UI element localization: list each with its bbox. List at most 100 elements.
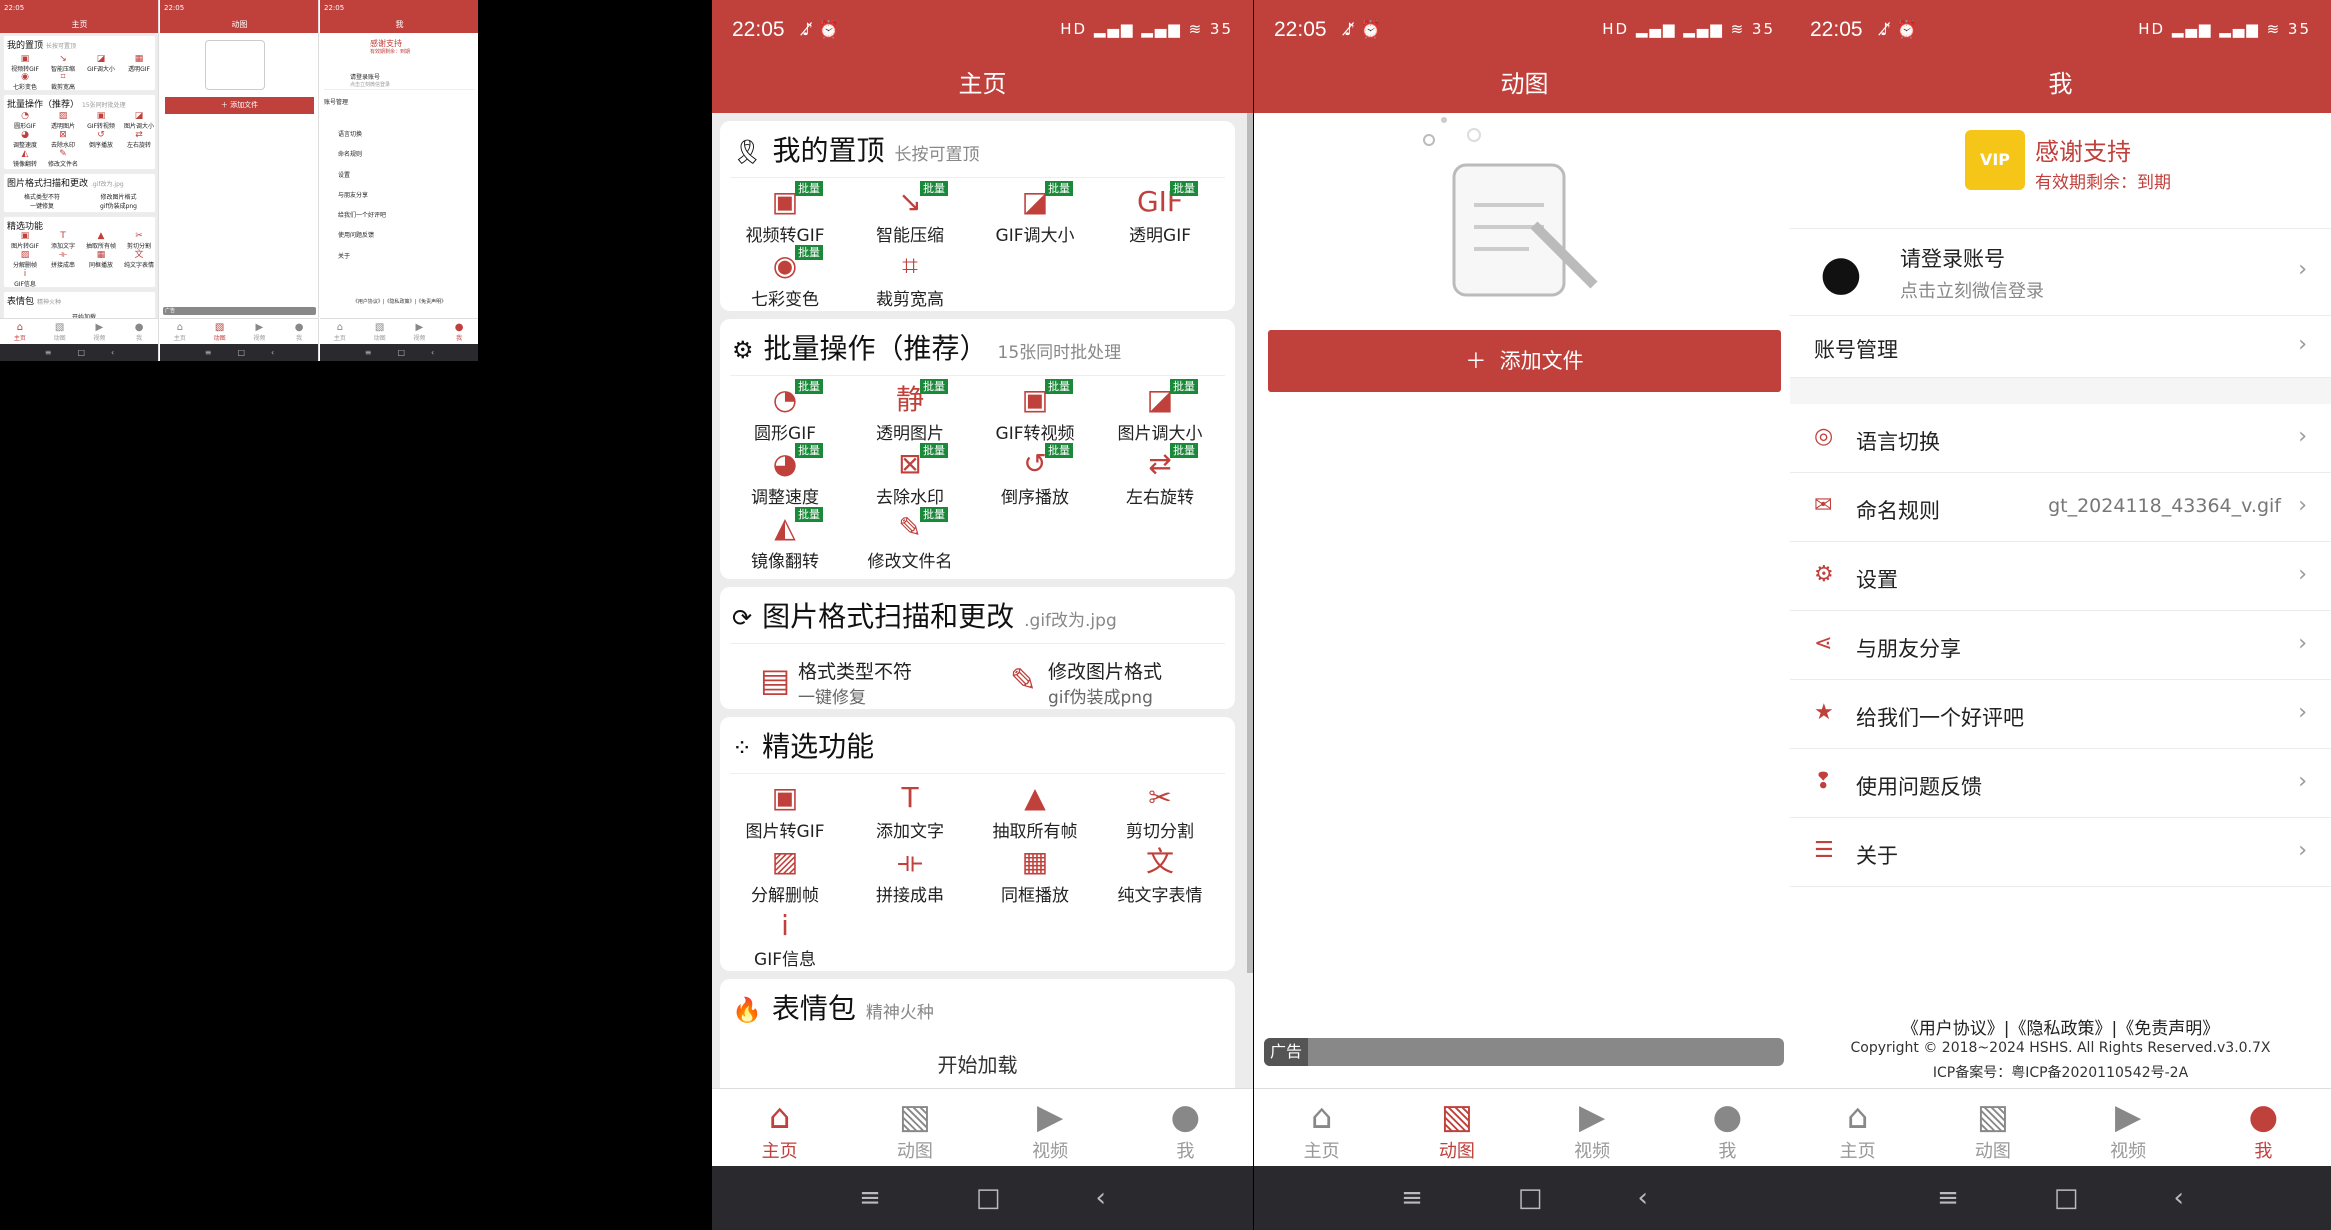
menu-naming-rule[interactable]: ✉ 命名规则 gt_2024118_43364_v.gif ›: [1790, 473, 2331, 542]
preview-login-row[interactable]: 请登录账号 点击立刻微信登录: [324, 68, 475, 90]
tab-me[interactable]: ● 我: [2196, 1089, 2331, 1166]
menu-about[interactable]: ☰ 关于 ›: [1790, 818, 2331, 887]
batch-item-reverse[interactable]: ↺ 批量 倒序播放: [975, 443, 1095, 508]
pinned-item-transparent-gif[interactable]: GIF 批量 透明GIF: [1100, 181, 1220, 246]
preview-pinned-card[interactable]: 我的置顶 长按可置顶 ▣ 视频转GIF ↘ 智能压缩 ◪ GIF调大小 ▦ 透明GIF ◉…: [3, 35, 156, 91]
preview-legal[interactable]: 《用户协议》|《隐私政策》|《免责声明》: [320, 298, 478, 305]
featured-item-add-text[interactable]: T 添加文字: [850, 779, 970, 842]
tab-home[interactable]: ⌂ 主页: [1254, 1089, 1389, 1166]
login-row[interactable]: ● 请登录账号 点击立刻微信登录 ›: [1790, 228, 2331, 316]
menu-feedback[interactable]: ❢ 使用问题反馈 ›: [1790, 749, 2331, 818]
home-square-icon[interactable]: □: [2054, 1166, 2079, 1230]
legal-links[interactable]: 《用户协议》|《隐私政策》|《免责声明》: [1790, 1014, 2331, 1039]
preview-tab-dongtu[interactable]: ▧ 动图: [40, 319, 80, 344]
preview-item[interactable]: ◉ 七彩变色: [7, 72, 43, 91]
menu-settings[interactable]: ⚙ 设置 ›: [1790, 542, 2331, 611]
preview-item[interactable]: ▦ 透明GIF: [121, 54, 157, 73]
preview-tab-video[interactable]: ▶ 视频: [240, 319, 280, 344]
menu-icon[interactable]: ≡: [1937, 1166, 1959, 1230]
preview-format-card[interactable]: 图片格式扫描和更改 .gif改为.jpg 格式类型不符 一键修复 修改图片格式 gif…: [3, 173, 156, 213]
preview-item[interactable]: ▨ 透明图片: [45, 111, 81, 130]
featured-item-image-to-gif[interactable]: ▣ 图片转GIF: [725, 779, 845, 842]
preview-ad-bar[interactable]: 广告: [163, 307, 316, 315]
preview-tab-home[interactable]: ⌂ 主页: [0, 319, 40, 344]
preview-item[interactable]: ⇄ 左右旋转: [121, 130, 157, 149]
featured-item-delete-frames[interactable]: ▨ 分解删帧: [725, 843, 845, 906]
batch-item-rotate[interactable]: ⇄ 批量 左右旋转: [1100, 443, 1220, 508]
pinned-item-compress[interactable]: ↘ 批量 智能压缩: [850, 181, 970, 246]
batch-item-image-resize[interactable]: ◪ 批量 图片调大小: [1100, 379, 1220, 444]
tab-dongtu[interactable]: ▧ 动图: [847, 1089, 982, 1166]
preview-tab-me[interactable]: ● 我: [439, 319, 478, 344]
ad-bar[interactable]: 广告: [1264, 1038, 1784, 1066]
preview-item[interactable]: ▣ 图片转GIF: [7, 231, 43, 250]
preview-featured-card[interactable]: 精选功能 ▣ 图片转GIF T 添加文字 ▲ 抽取所有帧 ✂ 剪切分割 ▨ 分解删帧 ⟛ 拼…: [3, 216, 156, 288]
preview-item[interactable]: ▣ GIF转视频: [83, 111, 119, 130]
preview-tab-me[interactable]: ● 我: [279, 319, 318, 344]
batch-item-transparent-image[interactable]: 静批量 透明图片: [850, 379, 970, 444]
preview-tab-video[interactable]: ▶ 视频: [80, 319, 120, 344]
preview-item[interactable]: ▲ 抽取所有帧: [83, 231, 119, 250]
tab-me[interactable]: ● 我: [1118, 1089, 1253, 1166]
batch-item-gif-to-video[interactable]: ▣ 批量 GIF转视频: [975, 379, 1095, 444]
back-icon[interactable]: ‹: [1095, 1166, 1105, 1230]
add-file-button[interactable]: ＋ 添加文件: [1268, 330, 1781, 392]
menu-icon[interactable]: ≡: [1401, 1166, 1423, 1230]
preview-batch-card[interactable]: 批量操作（推荐） 15张同时批处理 ◔ 圆形GIF ▨ 透明图片 ▣ GIF转视频 ◪ 图…: [3, 94, 156, 170]
loading-text[interactable]: 开始加载: [720, 1049, 1235, 1078]
format-change-item[interactable]: ✎ 修改图片格式 gif伪装成png: [1010, 657, 1210, 709]
preview-item[interactable]: T 添加文字: [45, 231, 81, 250]
tab-home[interactable]: ⌂ 主页: [1790, 1089, 1925, 1166]
preview-item[interactable]: ⟛ 拼接成串: [45, 250, 81, 269]
batch-item-remove-watermark[interactable]: ⊠ 批量 去除水印: [850, 443, 970, 508]
featured-item-join[interactable]: ⟛ 拼接成串: [850, 843, 970, 906]
preview-item[interactable]: ⊠ 去除水印: [45, 130, 81, 149]
back-icon[interactable]: ‹: [1637, 1166, 1647, 1230]
preview-item[interactable]: ✎ 修改文件名: [45, 149, 81, 168]
preview-item[interactable]: ▣ 视频转GIF: [7, 54, 43, 73]
preview-item[interactable]: ↘ 智能压缩: [45, 54, 81, 73]
preview-tab-home[interactable]: ⌂ 主页: [320, 319, 360, 344]
scrollbar[interactable]: [1247, 113, 1253, 973]
preview-item[interactable]: ◪ GIF调大小: [83, 54, 119, 73]
format-fix-item[interactable]: ▤ 格式类型不符 一键修复: [760, 657, 960, 709]
preview-item[interactable]: ✂ 剪切分割: [121, 231, 157, 250]
pinned-item-color[interactable]: ◉ 批量 七彩变色: [725, 245, 845, 310]
preview-item[interactable]: ▦ 同框播放: [83, 250, 119, 269]
preview-item[interactable]: ⌗ 裁剪宽高: [45, 72, 81, 91]
pinned-item-video-to-gif[interactable]: ▣ 批量 视频转GIF: [725, 181, 845, 246]
preview-tab-me[interactable]: ● 我: [119, 319, 158, 344]
preview-tab-video[interactable]: ▶ 视频: [400, 319, 440, 344]
featured-item-extract-frames[interactable]: ▲ 抽取所有帧: [975, 779, 1095, 842]
menu-share[interactable]: ⋖ 与朋友分享 ›: [1790, 611, 2331, 680]
preview-menu-list[interactable]: 语言切换 命名规则 设置 与朋友分享 给我们一个好评吧 使用问题反馈 关于: [338, 125, 386, 267]
featured-item-same-frame[interactable]: ▦ 同框播放: [975, 843, 1095, 906]
batch-item-speed[interactable]: ◕ 批量 调整速度: [725, 443, 845, 508]
tab-dongtu[interactable]: ▧ 动图: [1389, 1089, 1524, 1166]
preview-item[interactable]: ▨ 分解删帧: [7, 250, 43, 269]
featured-item-gif-info[interactable]: i GIF信息: [725, 907, 845, 970]
tab-home[interactable]: ⌂ 主页: [712, 1089, 847, 1166]
preview-item[interactable]: ↺ 倒序播放: [83, 130, 119, 149]
preview-item[interactable]: ◪ 图片调大小: [121, 111, 157, 130]
back-icon[interactable]: ‹: [2173, 1166, 2183, 1230]
home-square-icon[interactable]: □: [1518, 1166, 1543, 1230]
preview-add-file-button[interactable]: ＋ 添加文件: [165, 97, 314, 114]
preview-item[interactable]: ◕ 调整速度: [7, 130, 43, 149]
preview-emoji-card[interactable]: 表情包精神火种 开始加载: [3, 291, 156, 321]
preview-item[interactable]: ◔ 圆形GIF: [7, 111, 43, 130]
tab-video[interactable]: ▶ 视频: [2061, 1089, 2196, 1166]
featured-item-text-emoji[interactable]: 文纯文字表情: [1100, 843, 1220, 906]
pinned-item-crop[interactable]: ⌗ 裁剪宽高: [850, 247, 970, 310]
home-square-icon[interactable]: □: [976, 1166, 1001, 1230]
preview-item[interactable]: 修改图片格式 gif伪装成png: [86, 192, 151, 210]
pinned-item-gif-resize[interactable]: ◪ 批量 GIF调大小: [975, 181, 1095, 246]
batch-item-mirror[interactable]: ◭ 批量 镜像翻转: [725, 507, 845, 572]
tab-dongtu[interactable]: ▧ 动图: [1925, 1089, 2060, 1166]
preview-account[interactable]: 账号管理: [324, 97, 348, 106]
menu-icon[interactable]: ≡: [859, 1166, 881, 1230]
preview-tab-dongtu[interactable]: ▧ 动图: [200, 319, 240, 344]
preview-item[interactable]: 格式类型不符 一键修复: [12, 192, 72, 210]
batch-item-circle-gif[interactable]: ◔ 批量 圆形GIF: [725, 379, 845, 444]
preview-item[interactable]: i GIF信息: [7, 269, 43, 288]
